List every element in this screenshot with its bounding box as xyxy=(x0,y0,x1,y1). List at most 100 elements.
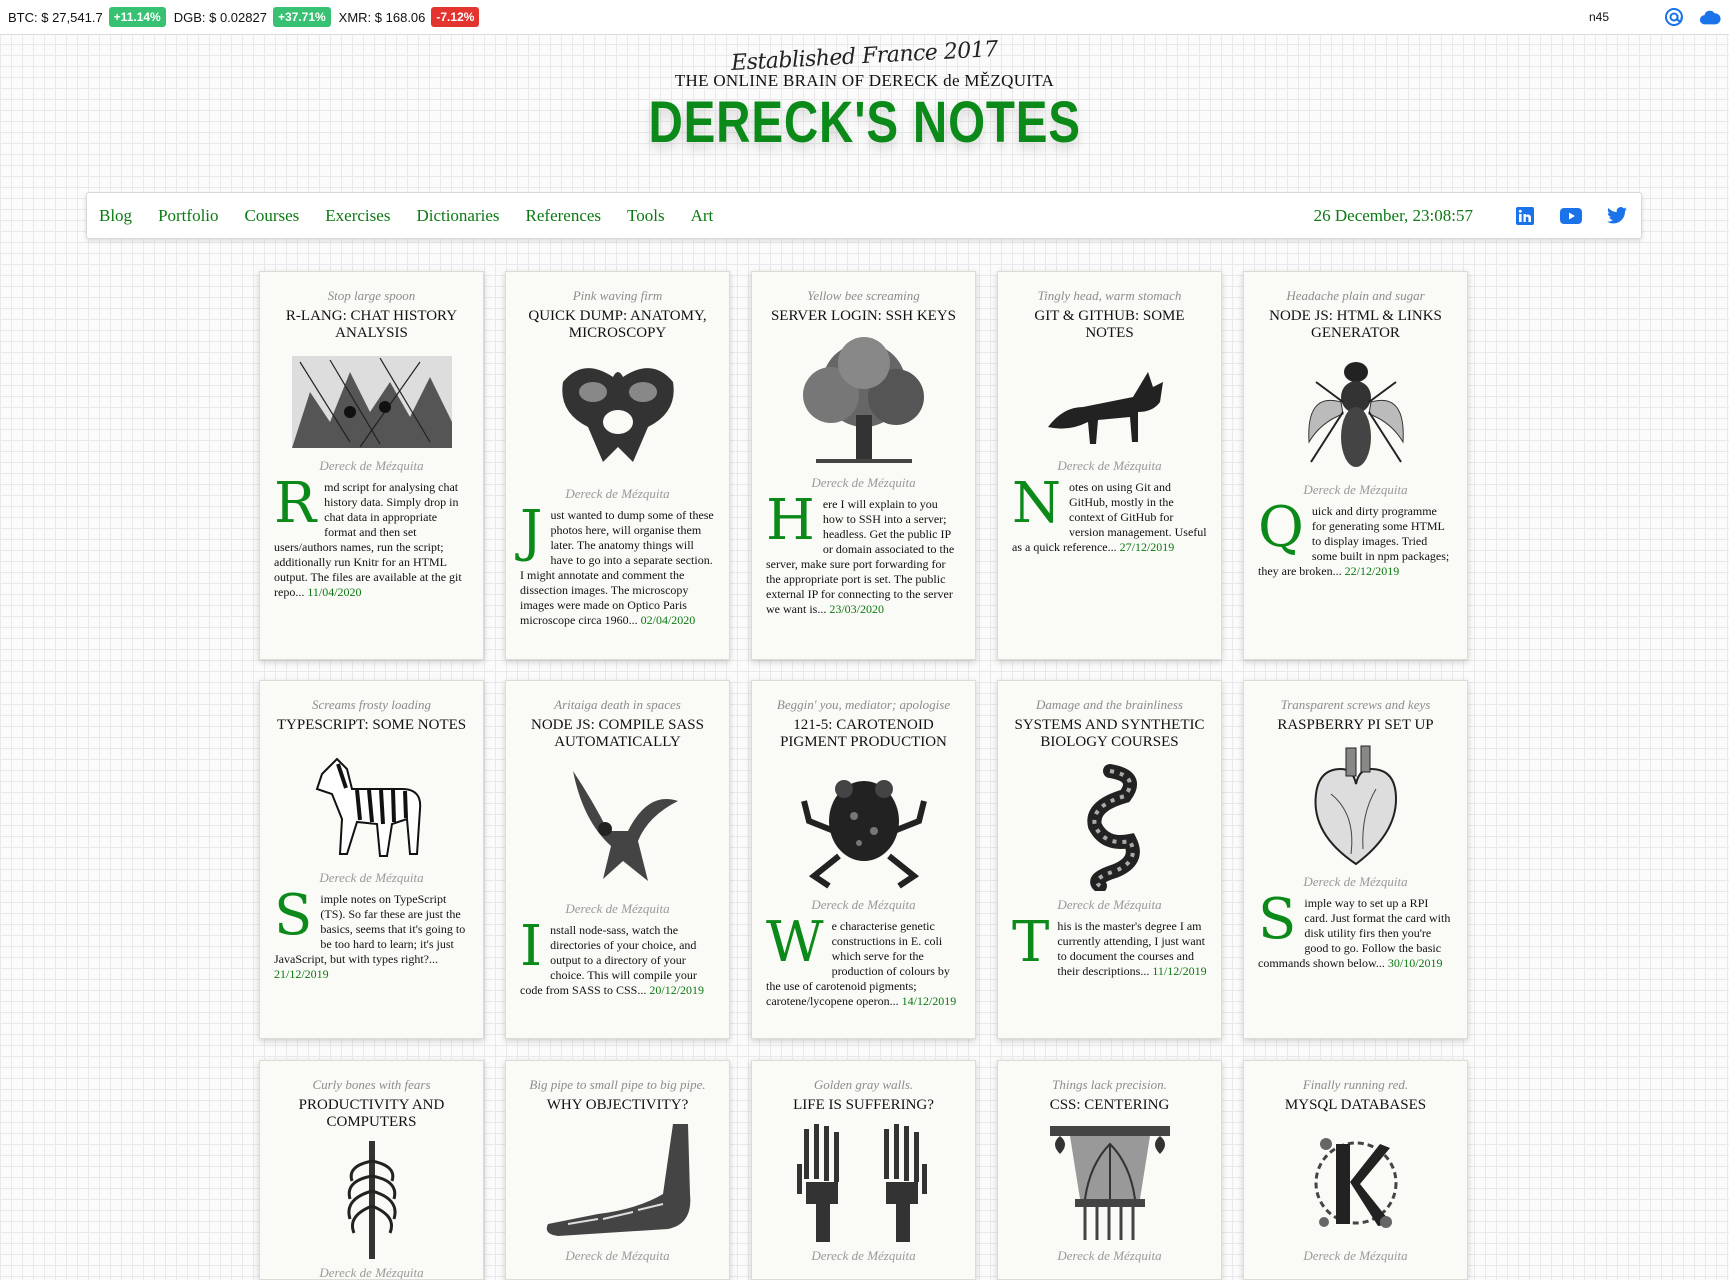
post-card[interactable]: Pink waving firm QUICK DUMP: ANATOMY, MI… xyxy=(505,271,730,660)
post-date[interactable]: 02/04/2020 xyxy=(641,613,696,627)
card-tagline: Curly bones with fears xyxy=(312,1077,431,1092)
card-title[interactable]: NODE JS: HTML & LINKS GENERATOR xyxy=(1258,308,1453,342)
post-card[interactable]: Finally running red. MYSQL DATABASES Der… xyxy=(1243,1060,1468,1280)
post-date[interactable]: 20/12/2019 xyxy=(649,983,704,997)
oak-tree-illustration xyxy=(766,335,961,469)
hand-bones-illustration xyxy=(766,1124,961,1242)
main-nav: Blog Portfolio Courses Exercises Diction… xyxy=(86,192,1642,239)
foot-bones-illustration xyxy=(520,1124,715,1242)
post-date[interactable]: 21/12/2019 xyxy=(274,967,329,981)
post-date[interactable]: 23/03/2020 xyxy=(829,602,884,616)
card-author: Dereck de Mézquita xyxy=(1303,1248,1408,1263)
card-excerpt: Q uick and dirty programme for generatin… xyxy=(1258,495,1453,579)
linkedin-icon[interactable] xyxy=(1513,204,1537,228)
card-tagline: Yellow bee screaming xyxy=(807,288,920,303)
post-date[interactable]: 30/10/2019 xyxy=(1388,956,1443,970)
post-card[interactable]: Tingly head, warm stomach GIT & GITHUB: … xyxy=(997,271,1222,660)
card-excerpt: T his is the master's degree I am curren… xyxy=(1012,910,1207,979)
nav-blog[interactable]: Blog xyxy=(99,206,132,226)
post-card[interactable]: Screams frosty loading TYPESCRIPT: SOME … xyxy=(259,680,484,1039)
post-card[interactable]: Stop large spoon R-LANG: CHAT HISTORY AN… xyxy=(259,271,484,660)
ticker-label: XMR: $ 168.06 xyxy=(338,9,426,25)
card-title[interactable]: LIFE IS SUFFERING? xyxy=(766,1097,961,1114)
post-date[interactable]: 27/12/2019 xyxy=(1120,540,1175,554)
drop-cap: T xyxy=(1012,910,1050,975)
nav-portfolio[interactable]: Portfolio xyxy=(158,206,218,226)
post-card[interactable]: Aritaiga death in spaces NODE JS: COMPIL… xyxy=(505,680,730,1039)
drop-cap: H xyxy=(766,488,815,553)
post-card[interactable]: Yellow bee screaming SERVER LOGIN: SSH K… xyxy=(751,271,976,660)
excerpt-text: ust wanted to dump some of these photos … xyxy=(520,508,714,627)
card-title[interactable]: CSS: CENTERING xyxy=(1012,1097,1207,1114)
card-excerpt: R md script for analysing chat history d… xyxy=(274,471,469,600)
post-date[interactable]: 11/12/2019 xyxy=(1152,964,1206,978)
post-card[interactable]: Curly bones with fears PRODUCTIVITY AND … xyxy=(259,1060,484,1280)
card-title[interactable]: RASPBERRY PI SET UP xyxy=(1258,717,1453,734)
nav-tools[interactable]: Tools xyxy=(627,206,665,226)
card-title[interactable]: GIT & GITHUB: SOME NOTES xyxy=(1012,308,1207,342)
post-date[interactable]: 14/12/2019 xyxy=(902,994,957,1008)
post-card[interactable]: Big pipe to small pipe to big pipe. WHY … xyxy=(505,1060,730,1280)
card-title[interactable]: 121-5: CAROTENOID PIGMENT PRODUCTION xyxy=(766,717,961,751)
card-title[interactable]: NODE JS: COMPILE SASS AUTOMATICALLY xyxy=(520,717,715,751)
card-tagline: Beggin' you, mediator; apologise xyxy=(776,697,951,712)
cloud-icon[interactable] xyxy=(1699,6,1721,28)
nav-exercises[interactable]: Exercises xyxy=(325,206,390,226)
site-subtitle: THE ONLINE BRAIN OF DERECK de MĚZQUITA xyxy=(674,71,1055,90)
eagle-illustration xyxy=(520,761,715,895)
card-title[interactable]: TYPESCRIPT: SOME NOTES xyxy=(274,717,469,734)
post-card[interactable]: Golden gray walls. LIFE IS SUFFERING? De… xyxy=(751,1060,976,1280)
ticker-change-badge: -7.12% xyxy=(431,7,480,27)
crypto-ticker-bar: BTC: $ 27,541.7 +11.14% DGB: $ 0.02827 +… xyxy=(0,0,1729,35)
snake-illustration xyxy=(1012,761,1207,891)
frog-illustration xyxy=(766,761,961,891)
at-icon[interactable] xyxy=(1663,6,1685,28)
drop-cap: I xyxy=(520,914,543,979)
fox-illustration xyxy=(1012,352,1207,452)
drop-cap: R xyxy=(274,471,317,536)
card-title[interactable]: SYSTEMS AND SYNTHETIC BIOLOGY COURSES xyxy=(1012,717,1207,751)
card-excerpt: J ust wanted to dump some of these photo… xyxy=(520,504,715,628)
nav-art[interactable]: Art xyxy=(691,206,714,226)
card-excerpt: S imple notes on TypeScript (TS). So far… xyxy=(274,883,469,982)
ticker-dgb: DGB: $ 0.02827 +37.71% xyxy=(174,7,331,27)
card-tagline: Finally running red. xyxy=(1302,1077,1409,1092)
drop-cap: Q xyxy=(1258,495,1304,560)
heart-illustration xyxy=(1258,744,1453,868)
card-excerpt: S imple way to set up a RPI card. Just f… xyxy=(1258,887,1453,971)
card-title[interactable]: QUICK DUMP: ANATOMY, MICROSCOPY xyxy=(520,308,715,342)
post-date[interactable]: 11/04/2020 xyxy=(307,585,361,599)
ticker-label: BTC: $ 27,541.7 xyxy=(8,9,103,25)
nav-references[interactable]: References xyxy=(526,206,602,226)
nav-courses[interactable]: Courses xyxy=(245,206,300,226)
card-tagline: Damage and the brainliness xyxy=(1036,697,1183,712)
card-excerpt: N otes on using Git and GitHub, mostly i… xyxy=(1012,476,1207,555)
drop-cap: S xyxy=(274,883,313,948)
post-date[interactable]: 22/12/2019 xyxy=(1345,564,1400,578)
card-tagline: Golden gray walls. xyxy=(813,1077,914,1092)
ticker-xmr: XMR: $ 168.06 -7.12% xyxy=(339,7,480,27)
card-title[interactable]: WHY OBJECTIVITY? xyxy=(520,1097,715,1114)
column-capital-illustration xyxy=(1012,1124,1207,1242)
masthead: Established France 2017 THE ONLINE BRAIN… xyxy=(0,37,1729,156)
post-card[interactable]: Headache plain and sugar NODE JS: HTML &… xyxy=(1243,271,1468,660)
card-author: Dereck de Mézquita xyxy=(565,486,670,501)
drop-cap: S xyxy=(1258,887,1297,952)
card-title[interactable]: SERVER LOGIN: SSH KEYS xyxy=(766,308,961,325)
post-card[interactable]: Transparent screws and keys RASPBERRY PI… xyxy=(1243,680,1468,1039)
post-card[interactable]: Damage and the brainliness SYSTEMS AND S… xyxy=(997,680,1222,1039)
twitter-icon[interactable] xyxy=(1605,204,1629,228)
card-tagline: Big pipe to small pipe to big pipe. xyxy=(529,1077,706,1092)
nav-right-group: 26 December, 23:08:57 xyxy=(1314,204,1629,228)
user-code: n45 xyxy=(1588,10,1609,24)
post-card[interactable]: Things lack precision. CSS: CENTERING De… xyxy=(997,1060,1222,1280)
card-title[interactable]: PRODUCTIVITY AND COMPUTERS xyxy=(274,1097,469,1131)
site-title[interactable]: DERECK'S NOTES xyxy=(648,89,1080,156)
post-card[interactable]: Beggin' you, mediator; apologise 121-5: … xyxy=(751,680,976,1039)
nav-dictionaries[interactable]: Dictionaries xyxy=(416,206,499,226)
card-author: Dereck de Mézquita xyxy=(811,1248,916,1263)
card-title[interactable]: R-LANG: CHAT HISTORY ANALYSIS xyxy=(274,308,469,342)
card-tagline: Things lack precision. xyxy=(1052,1077,1167,1092)
youtube-icon[interactable] xyxy=(1559,204,1583,228)
card-title[interactable]: MYSQL DATABASES xyxy=(1258,1097,1453,1114)
